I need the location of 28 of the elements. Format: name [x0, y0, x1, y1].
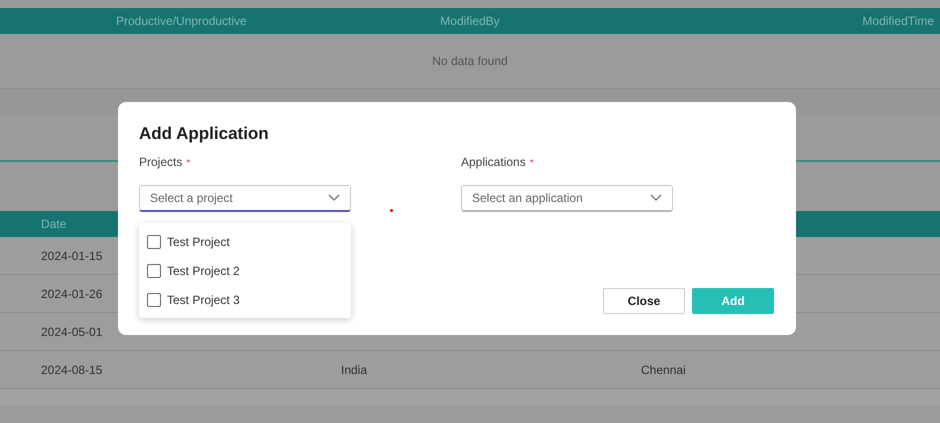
field-label: Applications * — [461, 155, 535, 169]
table-cell: 2024-01-15 — [41, 248, 102, 262]
menu-option[interactable]: Test Project 3 — [139, 285, 351, 314]
select-field[interactable]: Select a project — [139, 185, 351, 212]
checkbox[interactable] — [147, 264, 161, 278]
column-header: ModifiedTime — [862, 14, 935, 28]
required-mark: * — [186, 158, 190, 169]
select-field[interactable]: Select an application — [461, 185, 673, 212]
chevron-down-icon — [328, 194, 340, 202]
dialog-title: Add Application — [139, 124, 270, 144]
close-button[interactable]: Close — [603, 288, 685, 314]
field-label: Projects * — [139, 155, 192, 169]
empty-message: No data found — [432, 54, 508, 68]
column-header: Date — [40, 217, 66, 231]
checkbox[interactable] — [147, 234, 161, 248]
table-cell: 2024-05-01 — [41, 324, 102, 338]
column-header: Productive/Unproductive — [115, 14, 247, 28]
table-cell: 2024-08-15 — [41, 362, 102, 376]
required-mark: * — [530, 158, 534, 169]
menu-option[interactable]: Test Project 2 — [139, 256, 351, 285]
table-cell: Chennai — [641, 362, 686, 376]
chevron-down-icon — [650, 194, 662, 202]
column-header: ModifiedBy — [440, 14, 500, 28]
checkbox[interactable] — [147, 292, 161, 306]
menu-option[interactable]: Test Project — [139, 227, 351, 256]
table-cell: India — [341, 362, 368, 376]
dot-icon — [390, 209, 393, 212]
table-cell: 2024-01-26 — [41, 286, 102, 300]
